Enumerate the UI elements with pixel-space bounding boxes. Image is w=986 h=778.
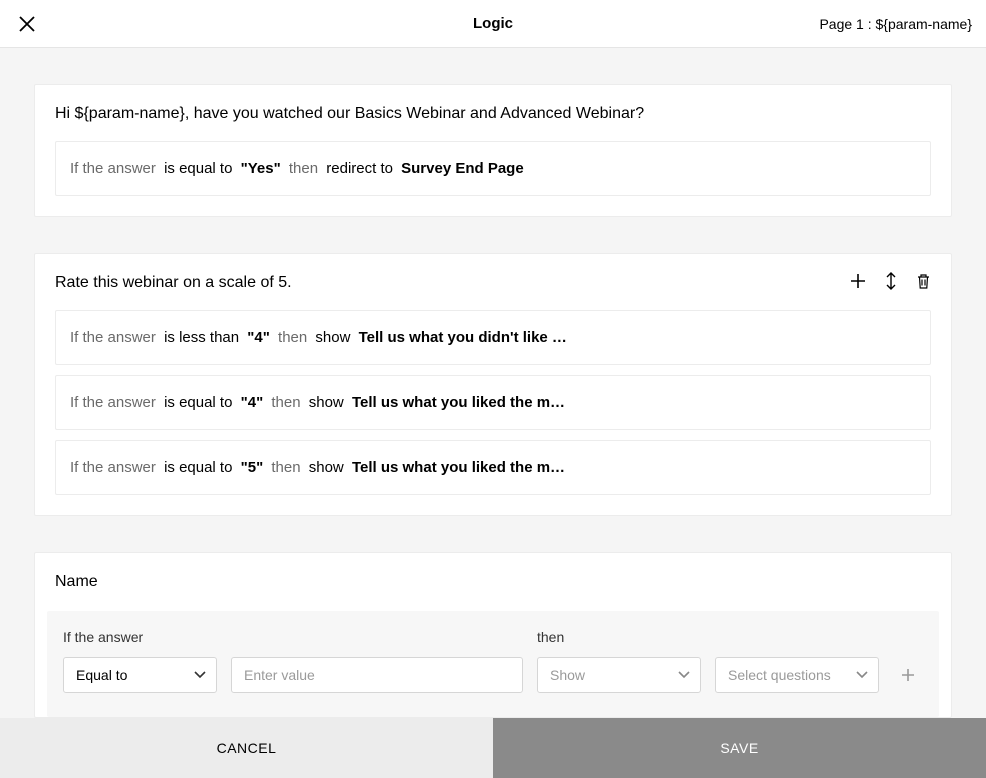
modal-header: Logic Page 1 : ${param-name} bbox=[0, 0, 986, 48]
question-text: Hi ${param-name}, have you watched our B… bbox=[55, 105, 931, 123]
card-toolbar bbox=[850, 272, 931, 290]
rule-row[interactable]: If the answer is equal to "4" then show … bbox=[55, 375, 931, 430]
then-label: then bbox=[537, 629, 701, 645]
plus-icon bbox=[850, 273, 866, 289]
action-select[interactable]: Show bbox=[537, 657, 701, 693]
editor-body: If the answer Equal to then Show bbox=[47, 611, 939, 717]
rule-target: Survey End Page bbox=[401, 160, 524, 177]
plus-icon bbox=[900, 667, 916, 683]
logic-card: Hi ${param-name}, have you watched our B… bbox=[34, 84, 952, 217]
close-icon bbox=[18, 15, 36, 33]
page-breadcrumb: Page 1 : ${param-name} bbox=[819, 16, 972, 32]
rule-prefix: If the answer bbox=[70, 394, 156, 411]
reorder-button[interactable] bbox=[884, 272, 898, 290]
rule-value: "Yes" bbox=[241, 160, 281, 177]
operator-select[interactable]: Equal to bbox=[63, 657, 217, 693]
rule-value: "5" bbox=[241, 459, 264, 476]
logic-card: Rate this webinar on a scale of 5. If th… bbox=[34, 253, 952, 516]
rule-value: "4" bbox=[241, 394, 264, 411]
rule-prefix: If the answer bbox=[70, 459, 156, 476]
content-scroll: Hi ${param-name}, have you watched our B… bbox=[0, 48, 986, 718]
rule-then: then bbox=[271, 459, 300, 476]
close-button[interactable] bbox=[14, 11, 40, 37]
rule-target: Tell us what you didn't like … bbox=[359, 329, 567, 346]
rule-prefix: If the answer bbox=[70, 329, 156, 346]
rule-row[interactable]: If the answer is equal to "5" then show … bbox=[55, 440, 931, 495]
rule-editor: Name If the answer Equal to t bbox=[34, 552, 952, 718]
question-text: Rate this webinar on a scale of 5. bbox=[55, 274, 931, 292]
rule-target: Tell us what you liked the m… bbox=[352, 459, 565, 476]
rule-operator: is equal to bbox=[164, 160, 232, 177]
cancel-button[interactable]: CANCEL bbox=[0, 718, 493, 778]
editor-title: Name bbox=[55, 573, 931, 591]
operator-value: Equal to bbox=[76, 667, 127, 683]
value-input-wrap bbox=[231, 657, 523, 693]
rule-action: show bbox=[309, 459, 344, 476]
footer: CANCEL SAVE bbox=[0, 718, 986, 778]
action-value: Show bbox=[550, 667, 585, 683]
rule-then: then bbox=[278, 329, 307, 346]
value-input[interactable] bbox=[244, 667, 510, 683]
add-rule-button[interactable] bbox=[850, 273, 866, 289]
rule-value: "4" bbox=[247, 329, 270, 346]
rule-row[interactable]: If the answer is equal to "Yes" then red… bbox=[55, 141, 931, 196]
spacer-label bbox=[231, 629, 523, 645]
rule-action: show bbox=[309, 394, 344, 411]
rule-action: show bbox=[315, 329, 350, 346]
chevron-down-icon bbox=[194, 671, 206, 679]
spacer-label bbox=[715, 629, 879, 645]
rule-prefix: If the answer bbox=[70, 160, 156, 177]
rule-target: Tell us what you liked the m… bbox=[352, 394, 565, 411]
rule-operator: is equal to bbox=[164, 394, 232, 411]
save-button[interactable]: SAVE bbox=[493, 718, 986, 778]
rule-then: then bbox=[289, 160, 318, 177]
rule-operator: is equal to bbox=[164, 459, 232, 476]
rule-then: then bbox=[271, 394, 300, 411]
rule-row[interactable]: If the answer is less than "4" then show… bbox=[55, 310, 931, 365]
chevron-down-icon bbox=[856, 671, 868, 679]
chevron-down-icon bbox=[678, 671, 690, 679]
target-select[interactable]: Select questions bbox=[715, 657, 879, 693]
trash-icon bbox=[916, 273, 931, 289]
target-placeholder: Select questions bbox=[728, 667, 831, 683]
add-condition-button[interactable] bbox=[893, 660, 923, 690]
condition-label: If the answer bbox=[63, 629, 217, 645]
sort-arrows-icon bbox=[884, 272, 898, 290]
delete-button[interactable] bbox=[916, 273, 931, 289]
rule-operator: is less than bbox=[164, 329, 239, 346]
rule-action: redirect to bbox=[326, 160, 393, 177]
